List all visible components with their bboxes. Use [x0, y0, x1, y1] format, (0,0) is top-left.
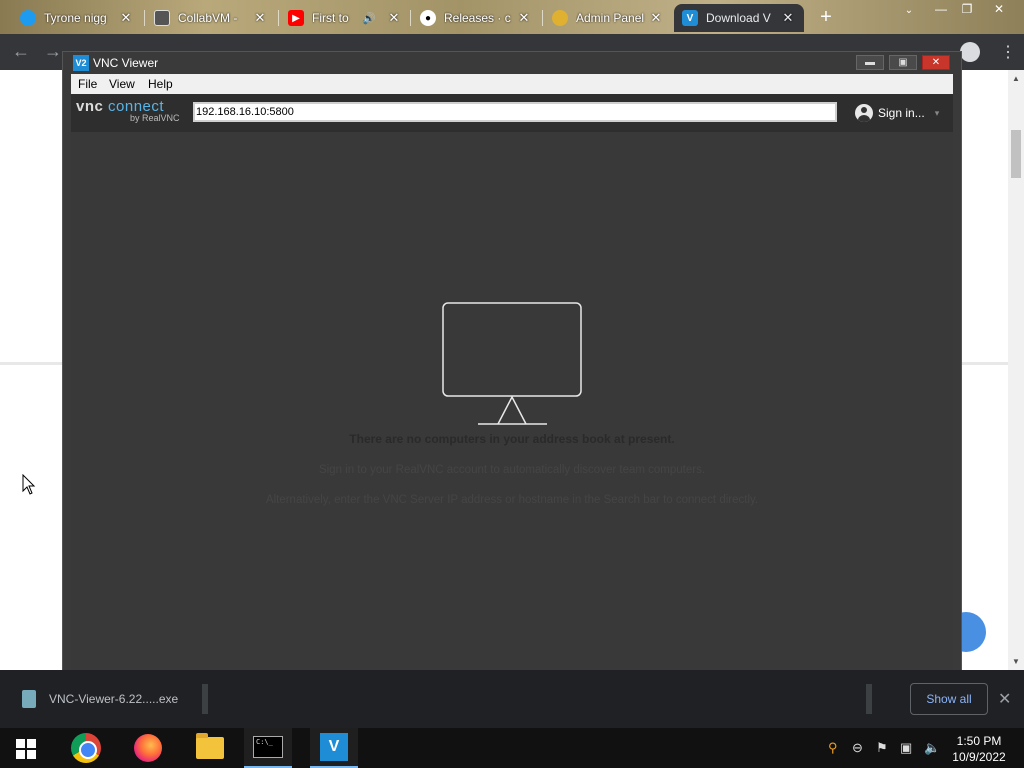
tab-5-close-icon[interactable]: ✕: [648, 10, 664, 26]
address-book-area: There are no computers in your address b…: [71, 132, 953, 672]
empty-state-line-2: Alternatively, enter the VNC Server IP a…: [265, 494, 759, 506]
flag-icon[interactable]: ⚑: [876, 740, 888, 756]
taskbar-cmd[interactable]: C:\_: [244, 728, 292, 768]
address-value: 192.168.16.10:5800: [196, 106, 294, 118]
taskbar-chrome[interactable]: [62, 728, 110, 768]
tab-2-title: CollabVM -: [178, 11, 238, 25]
sign-in-button[interactable]: Sign in... ▾: [855, 104, 939, 122]
tab-4[interactable]: ● Releases · c ✕: [412, 4, 540, 32]
address-search-input[interactable]: 192.168.16.10:5800: [193, 102, 837, 122]
download-separator: [202, 684, 208, 714]
forward-arrow-icon[interactable]: →: [44, 41, 62, 62]
clock-date: 10/9/2022: [952, 750, 1006, 764]
tab-3-title: First to: [312, 11, 349, 25]
tab-5-title: Admin Panel: [576, 11, 645, 25]
empty-state-line-1: Sign in to your RealVNC account to autom…: [318, 464, 706, 476]
vnc-menubar: File View Help: [71, 74, 953, 94]
tab-1[interactable]: Tyrone nigg ✕: [12, 4, 142, 32]
brand-main: vnc: [76, 98, 104, 115]
clock-time: 1:50 PM: [956, 734, 1002, 748]
collabvm-icon: [154, 10, 170, 26]
tab-1-close-icon[interactable]: ✕: [118, 10, 134, 26]
mouse-cursor-icon: [22, 474, 36, 495]
windows-taskbar: C:\_ V ⚲ ⊖ ⚑ ▣ 🔈 1:50 PM 10/9/2022: [0, 728, 1024, 768]
cmd-icon: C:\_: [253, 736, 283, 758]
profile-avatar-icon[interactable]: [960, 42, 980, 62]
vnc-header: vnc connect by RealVNC 192.168.16.10:580…: [71, 94, 953, 132]
sign-in-label: Sign in...: [878, 106, 925, 120]
firefox-icon: [134, 734, 162, 762]
vnc-title-bar[interactable]: V2 VNC Viewer ▬ ▣ ✕: [63, 52, 961, 74]
tab-divider: [410, 10, 411, 26]
tab-3[interactable]: ▶ First to 🔊 ✕: [280, 4, 410, 32]
twitter-icon: [20, 10, 36, 26]
vnc-viewer-icon: V: [320, 733, 348, 761]
tab-3-close-icon[interactable]: ✕: [386, 10, 402, 26]
user-avatar-icon: [855, 104, 873, 122]
tab-divider: [144, 10, 145, 26]
tab-6-title: Download V: [706, 11, 771, 25]
show-all-button[interactable]: Show all: [910, 683, 988, 715]
tab-4-close-icon[interactable]: ✕: [516, 10, 532, 26]
menu-view[interactable]: View: [109, 77, 135, 91]
tab-6-close-icon[interactable]: ✕: [780, 10, 796, 26]
tab-search-icon[interactable]: ⌄: [894, 2, 924, 20]
empty-state-title: There are no computers in your address b…: [349, 432, 675, 446]
windows-start-icon[interactable]: [16, 739, 36, 759]
kebab-menu-icon[interactable]: ⋮: [1000, 42, 1016, 62]
system-clock[interactable]: 1:50 PM 10/9/2022: [944, 733, 1014, 765]
github-icon: ●: [420, 10, 436, 26]
volume-icon[interactable]: 🔈: [924, 740, 940, 756]
download-filename: VNC-Viewer-6.22.....exe: [49, 692, 179, 706]
download-bar-close-icon[interactable]: ✕: [998, 689, 1011, 709]
search-tray-icon[interactable]: ⚲: [828, 740, 838, 756]
restore-icon[interactable]: ❐: [952, 0, 982, 18]
taskbar-firefox[interactable]: [124, 728, 172, 768]
computer-monitor-icon: [442, 302, 582, 425]
network-icon[interactable]: ▣: [900, 740, 912, 756]
download-item[interactable]: VNC-Viewer-6.22.....exe: [0, 670, 200, 728]
vnc-viewer-window[interactable]: V2 VNC Viewer ▬ ▣ ✕ File View Help vnc c…: [62, 51, 962, 683]
vnc-logo-icon: V2: [73, 55, 89, 71]
vnc-window-title: VNC Viewer: [93, 56, 159, 70]
menu-help[interactable]: Help: [148, 77, 173, 91]
vnc-close-button[interactable]: ✕: [922, 55, 950, 70]
vnc-maximize-button[interactable]: ▣: [889, 55, 917, 70]
vnc-icon: V: [682, 10, 698, 26]
download-separator: [866, 684, 872, 714]
tab-divider: [278, 10, 279, 26]
tab-2-close-icon[interactable]: ✕: [252, 10, 268, 26]
minus-circle-icon[interactable]: ⊖: [852, 740, 863, 756]
chrome-icon: [71, 733, 101, 763]
scroll-up-icon[interactable]: ▲: [1012, 74, 1020, 83]
installer-file-icon: [22, 690, 36, 708]
tab-divider: [542, 10, 543, 26]
brand-sub: by RealVNC: [130, 113, 180, 123]
new-tab-button[interactable]: +: [812, 4, 840, 30]
taskbar-vnc-viewer[interactable]: V: [310, 728, 358, 768]
tab-4-title: Releases · c: [444, 11, 511, 25]
chevron-down-icon: ▾: [934, 107, 940, 118]
vnc-connect-logo: vnc connect by RealVNC: [76, 98, 180, 123]
vnc-minimize-button[interactable]: ▬: [856, 55, 884, 70]
tab-5[interactable]: Admin Panel ✕: [544, 4, 672, 32]
scroll-thumb[interactable]: [1011, 130, 1021, 178]
window-close-icon[interactable]: ✕: [984, 0, 1014, 18]
scroll-down-icon[interactable]: ▼: [1012, 657, 1020, 666]
file-explorer-icon: [196, 733, 224, 759]
admin-icon: [552, 10, 568, 26]
youtube-icon: ▶: [288, 10, 304, 26]
tab-1-title: Tyrone nigg: [44, 11, 107, 25]
menu-file[interactable]: File: [78, 77, 97, 91]
download-bar: VNC-Viewer-6.22.....exe Show all ✕: [0, 670, 1024, 728]
speaker-icon[interactable]: 🔊: [362, 12, 376, 25]
taskbar-file-explorer[interactable]: [186, 728, 234, 768]
page-scrollbar[interactable]: ▲ ▼: [1008, 70, 1024, 670]
tab-2[interactable]: CollabVM - ✕: [146, 4, 276, 32]
back-arrow-icon[interactable]: ←: [12, 41, 30, 62]
browser-tab-strip: Tyrone nigg ✕ CollabVM - ✕ ▶ First to 🔊 …: [0, 0, 1024, 34]
tab-6-active[interactable]: V Download V ✕: [674, 4, 804, 32]
